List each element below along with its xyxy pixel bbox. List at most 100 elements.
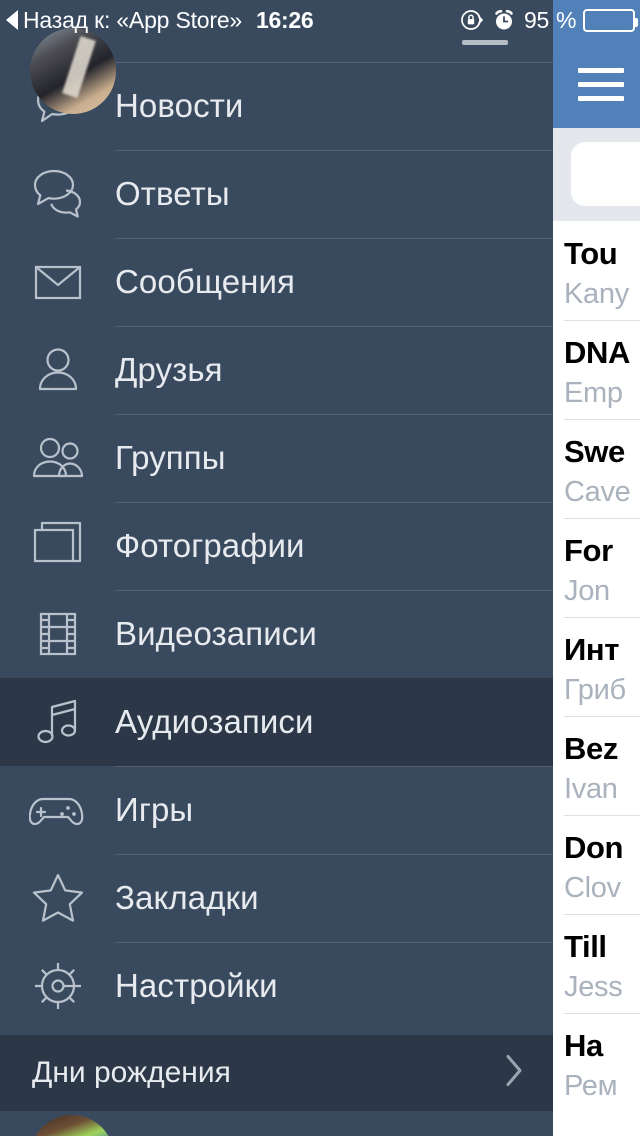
hamburger-bar	[578, 96, 624, 101]
track-row[interactable]: На Рем	[553, 1013, 640, 1112]
hamburger-bar	[578, 82, 624, 87]
track-row[interactable]: Bez Ivan	[553, 716, 640, 815]
percent-sign: %	[556, 6, 577, 33]
track-artist: Cave	[564, 476, 631, 508]
sidebar-item-4[interactable]: Друзья	[0, 326, 553, 414]
hamburger-menu-icon[interactable]	[578, 68, 624, 101]
gear-icon	[0, 942, 115, 1030]
track-artist: Emp	[564, 377, 623, 409]
track-row[interactable]: Tou Kany	[553, 221, 640, 320]
track-separator	[564, 914, 640, 915]
chevron-right-icon	[505, 1054, 525, 1093]
envelope-icon	[0, 238, 115, 326]
navigation-drawer: Новости Ответы Сообщения Друзья Группы Фотогр…	[0, 0, 553, 1136]
row-separator	[115, 766, 553, 767]
sidebar-item-label: Видеозаписи	[115, 615, 317, 652]
track-artist: Jon	[564, 575, 610, 607]
back-arrow-icon	[6, 10, 18, 30]
rotation-lock-icon	[460, 8, 484, 32]
track-title: For	[564, 533, 613, 568]
track-separator	[564, 716, 640, 717]
birthdays-label: Дни рождения	[32, 1056, 231, 1089]
sidebar-item-6[interactable]: Фотографии	[0, 502, 553, 590]
row-separator	[115, 942, 553, 943]
search-bar	[553, 128, 640, 221]
track-separator	[564, 518, 640, 519]
track-title: Swe	[564, 434, 625, 469]
sidebar-item-3[interactable]: Сообщения	[0, 238, 553, 326]
status-bar-time: 16:26	[256, 6, 314, 33]
sidebar-item-7[interactable]: Видеозаписи	[0, 590, 553, 678]
sidebar-item-5[interactable]: Группы	[0, 414, 553, 502]
sidebar-item-2[interactable]: Ответы	[0, 150, 553, 238]
avatar[interactable]	[30, 28, 116, 114]
sidebar-menu: Новости Ответы Сообщения Друзья Группы Фотогр…	[0, 62, 553, 1030]
track-artist: Clov	[564, 872, 621, 904]
track-artist: Рем	[564, 1070, 618, 1102]
back-label: Назад к: «App Store»	[23, 6, 243, 33]
status-bar-indicators: 95	[460, 0, 553, 40]
sidebar-item-label: Друзья	[115, 351, 223, 388]
content-panel: Tou Kany DNA Emp Swe Cave For Jon Инт Гриб Bez Ivan…	[553, 0, 640, 1136]
sidebar-item-label: Закладки	[115, 879, 259, 916]
search-input[interactable]	[571, 142, 640, 206]
track-separator	[564, 419, 640, 420]
track-artist: Jess	[564, 971, 623, 1003]
film-strip-icon	[0, 590, 115, 678]
track-separator	[564, 815, 640, 816]
track-row[interactable]: Инт Гриб	[553, 617, 640, 716]
row-separator	[115, 502, 553, 503]
track-title: Bez	[564, 731, 618, 766]
status-bar-back[interactable]: Назад к: «App Store» 16:26	[0, 6, 314, 34]
avatar[interactable]	[30, 1115, 114, 1136]
person-icon	[0, 326, 115, 414]
track-title: Don	[564, 830, 624, 865]
track-separator	[564, 1013, 640, 1014]
row-separator	[115, 150, 553, 151]
two-bubbles-icon	[0, 150, 115, 238]
track-row[interactable]: Swe Cave	[553, 419, 640, 518]
sidebar-item-label: Группы	[115, 439, 226, 476]
track-row[interactable]: Till Jess	[553, 914, 640, 1013]
status-bar: Назад к: «App Store» 16:26 95	[0, 0, 553, 40]
sidebar-item-label: Фотографии	[115, 527, 305, 564]
screen: Новости Ответы Сообщения Друзья Группы Фотогр…	[0, 0, 640, 1136]
sidebar-item-label: Новости	[115, 87, 244, 124]
sidebar-item-8[interactable]: Аудиозаписи	[0, 678, 553, 766]
sidebar-item-10[interactable]: Закладки	[0, 854, 553, 942]
sidebar-item-label: Игры	[115, 791, 194, 828]
row-separator	[115, 238, 553, 239]
track-title: Tou	[564, 236, 618, 271]
track-artist: Ivan	[564, 773, 618, 805]
music-note-icon	[0, 678, 115, 766]
track-title: DNA	[564, 335, 630, 370]
sidebar-item-label: Аудиозаписи	[115, 703, 314, 740]
row-separator	[115, 854, 553, 855]
sidebar-item-9[interactable]: Игры	[0, 766, 553, 854]
row-separator	[115, 590, 553, 591]
battery-icon	[583, 8, 639, 32]
battery-percent: 95	[524, 6, 549, 33]
track-title: Till	[564, 929, 607, 964]
photos-icon	[0, 502, 115, 590]
row-separator	[115, 62, 553, 63]
sidebar-item-label: Ответы	[115, 175, 230, 212]
track-row[interactable]: Don Clov	[553, 815, 640, 914]
people-icon	[0, 414, 115, 502]
track-separator	[564, 320, 640, 321]
track-row[interactable]: DNA Emp	[553, 320, 640, 419]
sidebar-item-11[interactable]: Настройки	[0, 942, 553, 1030]
sidebar-item-label: Сообщения	[115, 263, 295, 300]
row-separator	[115, 326, 553, 327]
star-icon	[0, 854, 115, 942]
row-separator	[115, 414, 553, 415]
hamburger-bar	[578, 68, 624, 73]
track-title: На	[564, 1028, 603, 1063]
track-separator	[564, 617, 640, 618]
gamepad-icon	[0, 766, 115, 854]
audio-track-list: Tou Kany DNA Emp Swe Cave For Jon Инт Гриб Bez Ivan…	[553, 221, 640, 1112]
track-row[interactable]: For Jon	[553, 518, 640, 617]
sidebar-item-birthdays[interactable]: Дни рождения	[0, 1035, 553, 1111]
battery-indicator: %	[553, 0, 640, 40]
alarm-clock-icon	[493, 9, 515, 31]
